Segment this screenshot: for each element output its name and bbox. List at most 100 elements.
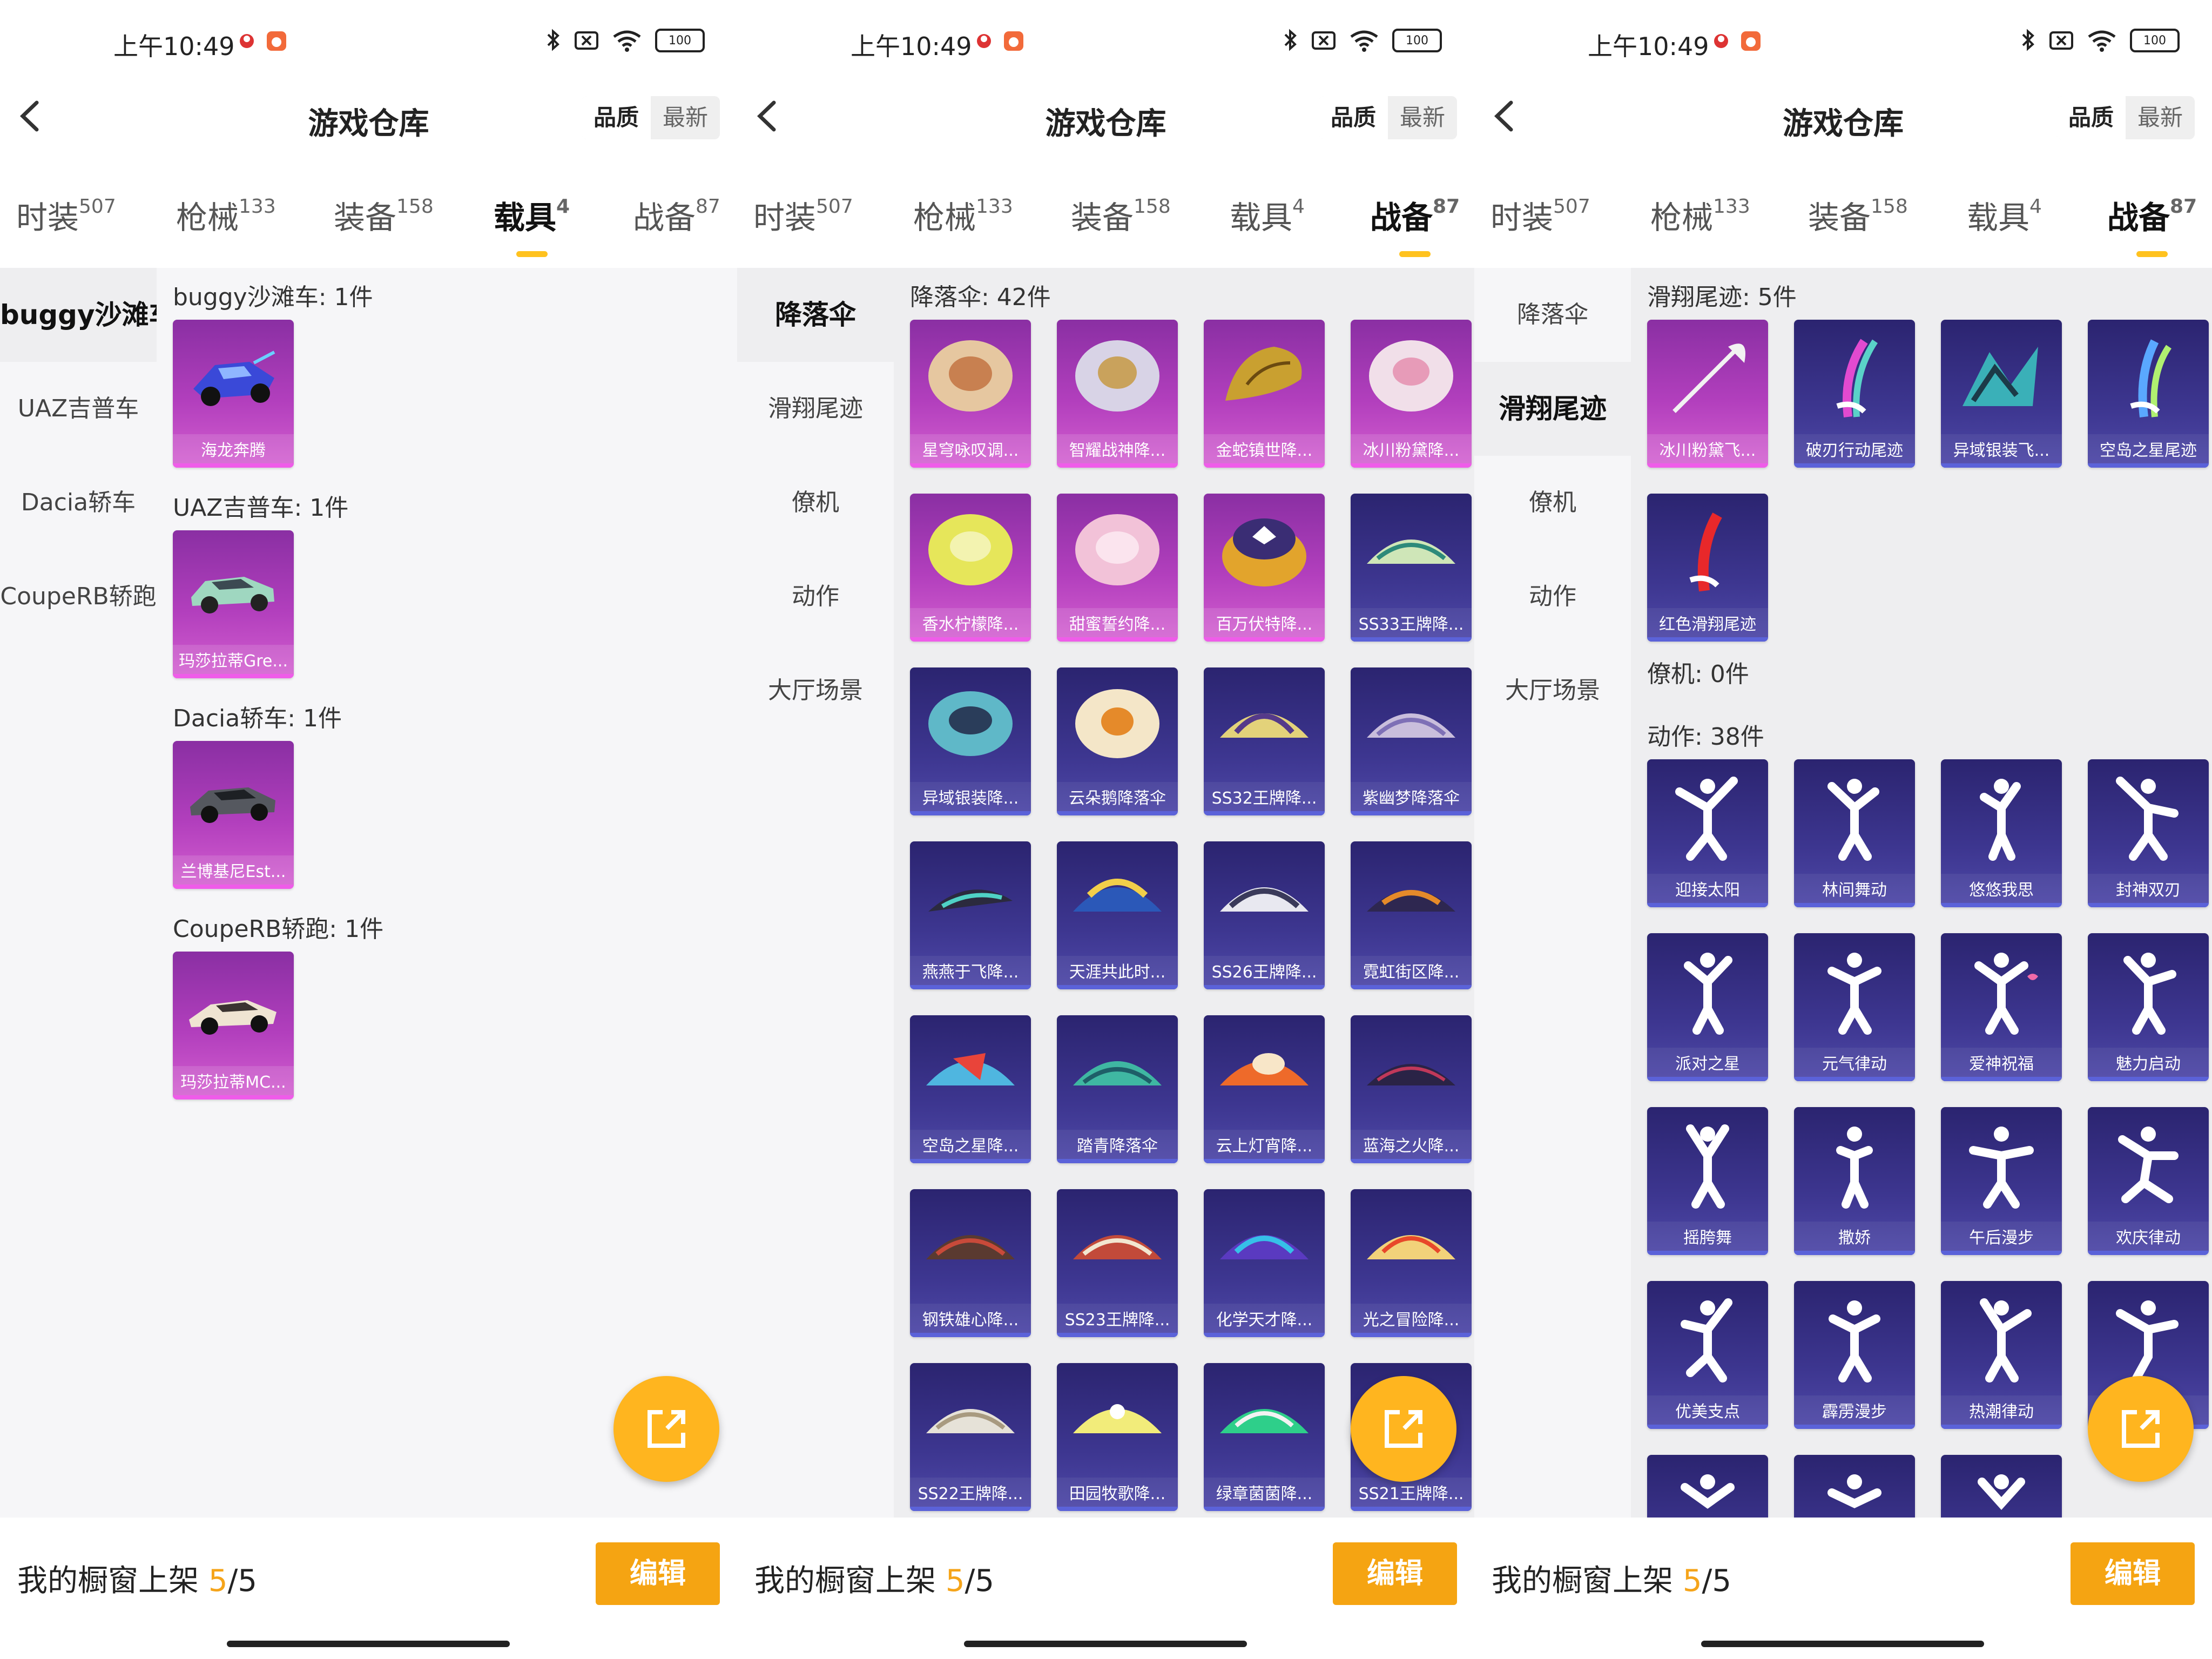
trail-card[interactable]: 异域银装飞...: [1941, 320, 2062, 468]
parachute-card[interactable]: 香水柠檬降...: [910, 494, 1031, 642]
action-card[interactable]: [1794, 1455, 1915, 1518]
sort-latest-button[interactable]: 最新: [651, 96, 720, 139]
sort-latest-button[interactable]: 最新: [1388, 96, 1457, 139]
tab-vehicles[interactable]: 载具4: [494, 192, 570, 257]
parachute-card[interactable]: 云朵鹅降落伞: [1057, 667, 1178, 815]
parachute-card[interactable]: SS26王牌降...: [1204, 841, 1325, 989]
app-notification-icon: [977, 34, 991, 48]
action-card[interactable]: 魅力启动: [2088, 933, 2209, 1081]
sidebar-item-wingman[interactable]: 僚机: [1474, 456, 1631, 550]
tab-guns[interactable]: 枪械133: [176, 192, 276, 238]
action-card[interactable]: [1647, 1455, 1768, 1518]
tab-equipment[interactable]: 装备158: [1808, 192, 1908, 238]
sort-quality-button[interactable]: 品质: [582, 96, 651, 139]
sidebar-item-dacia[interactable]: Dacia轿车: [0, 456, 157, 550]
trail-card[interactable]: 红色滑翔尾迹: [1647, 494, 1768, 642]
sort-quality-button[interactable]: 品质: [2056, 96, 2126, 139]
action-card[interactable]: 悠悠我思: [1941, 759, 2062, 907]
sidebar-item-uaz[interactable]: UAZ吉普车: [0, 362, 157, 456]
vehicle-card[interactable]: 海龙奔腾: [173, 320, 294, 468]
action-card[interactable]: 午后漫步: [1941, 1107, 2062, 1255]
vehicle-card[interactable]: 玛莎拉蒂MC...: [173, 952, 294, 1100]
sidebar-item-parachute[interactable]: 降落伞: [1474, 268, 1631, 362]
edit-button[interactable]: 编辑: [596, 1542, 720, 1605]
tab-vehicles[interactable]: 载具4: [1230, 192, 1305, 238]
tab-vehicles[interactable]: 载具4: [1967, 192, 2042, 238]
tab-supplies[interactable]: 战备87: [2107, 192, 2197, 257]
home-indicator[interactable]: [964, 1641, 1247, 1647]
sidebar-item-buggy[interactable]: buggy沙滩车: [0, 268, 176, 362]
parachute-card[interactable]: 天涯共此时...: [1057, 841, 1178, 989]
parachute-card[interactable]: SS33王牌降...: [1351, 494, 1472, 642]
parachute-card[interactable]: 智耀战神降...: [1057, 320, 1178, 468]
tab-fashion[interactable]: 时装507: [753, 192, 853, 238]
vehicle-card[interactable]: 玛莎拉蒂Gre...: [173, 530, 294, 678]
sort-latest-button[interactable]: 最新: [2126, 96, 2195, 139]
trail-card[interactable]: 破刃行动尾迹: [1794, 320, 1915, 468]
parachute-card[interactable]: 甜蜜誓约降...: [1057, 494, 1178, 642]
tab-supplies[interactable]: 战备87: [1370, 192, 1460, 257]
parachute-card[interactable]: 百万伏特降...: [1204, 494, 1325, 642]
parachute-card[interactable]: SS23王牌降...: [1057, 1189, 1178, 1337]
action-card[interactable]: [1941, 1455, 2062, 1518]
action-card[interactable]: 爱神祝福: [1941, 933, 2062, 1081]
edit-button[interactable]: 编辑: [2071, 1542, 2195, 1605]
parachute-card[interactable]: 燕燕于飞降...: [910, 841, 1031, 989]
action-card[interactable]: 欢庆律动: [2088, 1107, 2209, 1255]
sidebar-item-wingman[interactable]: 僚机: [737, 456, 894, 550]
tab-fashion[interactable]: 时装507: [16, 192, 116, 238]
action-card[interactable]: 封神双刃: [2088, 759, 2209, 907]
parachute-card[interactable]: 钢铁雄心降...: [910, 1189, 1031, 1337]
sidebar-item-trail[interactable]: 滑翔尾迹: [737, 362, 894, 456]
sidebar-item-lobby-scene[interactable]: 大厅场景: [737, 644, 894, 738]
sidebar-item-parachute[interactable]: 降落伞: [737, 268, 894, 362]
sort-quality-button[interactable]: 品质: [1319, 96, 1388, 139]
trail-card[interactable]: 空岛之星尾迹: [2088, 320, 2209, 468]
parachute-card[interactable]: 田园牧歌降...: [1057, 1363, 1178, 1511]
parachute-card[interactable]: 星穹咏叹调...: [910, 320, 1031, 468]
action-card[interactable]: 撒娇: [1794, 1107, 1915, 1255]
action-card[interactable]: 迎接太阳: [1647, 759, 1768, 907]
parachute-card[interactable]: SS32王牌降...: [1204, 667, 1325, 815]
tab-supplies[interactable]: 战备87: [633, 192, 720, 238]
parachute-card[interactable]: 金蛇镇世降...: [1204, 320, 1325, 468]
sidebar-item-action[interactable]: 动作: [1474, 550, 1631, 644]
parachute-card[interactable]: 异域银装降...: [910, 667, 1031, 815]
action-card[interactable]: 热潮律动: [1941, 1281, 2062, 1429]
sidebar-item-couperb[interactable]: CoupeRB轿跑: [0, 550, 157, 644]
tab-equipment[interactable]: 装备158: [334, 192, 434, 238]
trail-card[interactable]: 冰川粉黛飞...: [1647, 320, 1768, 468]
share-button[interactable]: [1351, 1376, 1456, 1482]
tab-guns[interactable]: 枪械133: [1650, 192, 1750, 238]
parachute-card[interactable]: SS22王牌降...: [910, 1363, 1031, 1511]
action-card[interactable]: 霹雳漫步: [1794, 1281, 1915, 1429]
tab-fashion[interactable]: 时装507: [1491, 192, 1590, 238]
parachute-card[interactable]: 蓝海之火降...: [1351, 1015, 1472, 1163]
share-button[interactable]: [613, 1376, 719, 1482]
share-button[interactable]: [2088, 1376, 2194, 1482]
home-indicator[interactable]: [1701, 1641, 1984, 1647]
action-card[interactable]: 摇胯舞: [1647, 1107, 1768, 1255]
sidebar-item-trail[interactable]: 滑翔尾迹: [1474, 362, 1631, 456]
edit-button[interactable]: 编辑: [1333, 1542, 1457, 1605]
parachute-card[interactable]: 紫幽梦降落伞: [1351, 667, 1472, 815]
parachute-card[interactable]: 冰川粉黛降...: [1351, 320, 1472, 468]
parachute-card[interactable]: 空岛之星降...: [910, 1015, 1031, 1163]
vehicle-card[interactable]: 兰博基尼Est...: [173, 741, 294, 889]
home-indicator[interactable]: [227, 1641, 510, 1647]
sidebar-item-lobby-scene[interactable]: 大厅场景: [1474, 644, 1631, 738]
parachute-card[interactable]: 云上灯宵降...: [1204, 1015, 1325, 1163]
tab-equipment[interactable]: 装备158: [1071, 192, 1171, 238]
action-card[interactable]: 林间舞动: [1794, 759, 1915, 907]
parachute-card[interactable]: 化学天才降...: [1204, 1189, 1325, 1337]
parachute-card[interactable]: 绿章菌菌降...: [1204, 1363, 1325, 1511]
action-card[interactable]: 元气律动: [1794, 933, 1915, 1081]
item-name: 海龙奔腾: [173, 434, 294, 468]
parachute-card[interactable]: 霓虹街区降...: [1351, 841, 1472, 989]
sidebar-item-action[interactable]: 动作: [737, 550, 894, 644]
parachute-card[interactable]: 光之冒险降...: [1351, 1189, 1472, 1337]
action-card[interactable]: 派对之星: [1647, 933, 1768, 1081]
action-card[interactable]: 优美支点: [1647, 1281, 1768, 1429]
parachute-card[interactable]: 踏青降落伞: [1057, 1015, 1178, 1163]
tab-guns[interactable]: 枪械133: [913, 192, 1013, 238]
